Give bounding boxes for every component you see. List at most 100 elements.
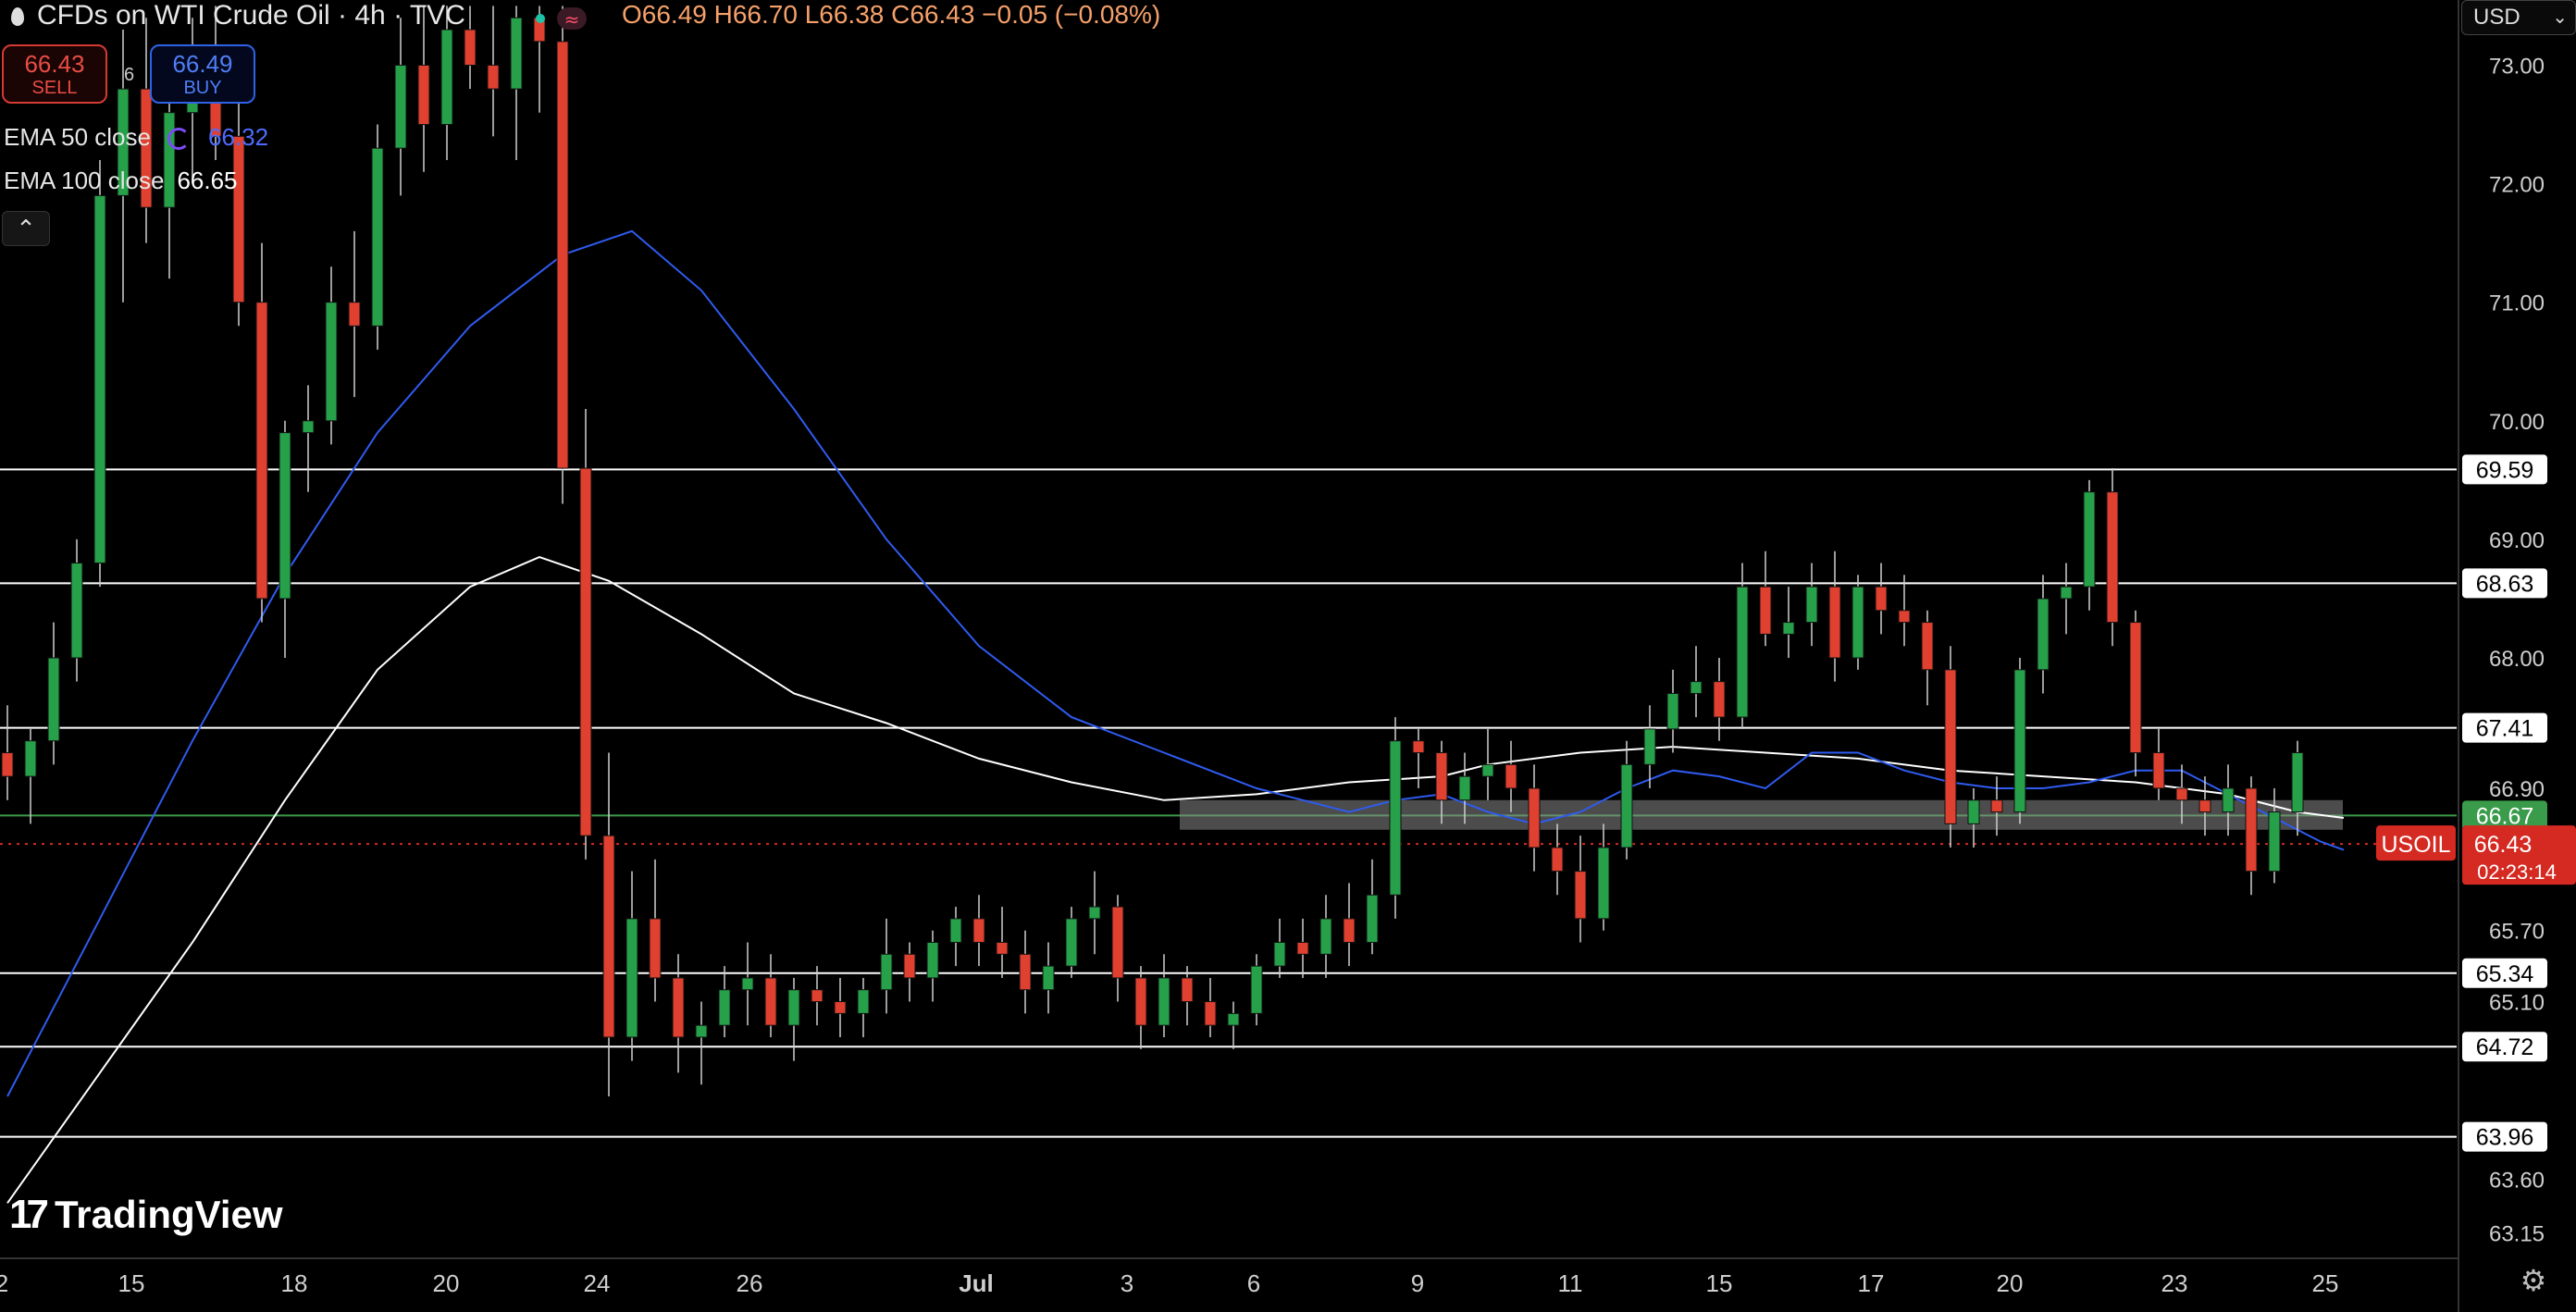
candle[interactable] — [2106, 468, 2119, 647]
candle[interactable] — [1181, 966, 1194, 1026]
candle[interactable] — [302, 385, 315, 492]
collapse-legend-button[interactable]: ⌃ — [2, 211, 50, 246]
candle[interactable] — [93, 159, 106, 588]
candle[interactable] — [2037, 575, 2050, 694]
ema100-legend[interactable]: EMA 100 close 66.65 — [4, 167, 238, 195]
candle[interactable] — [1389, 717, 1402, 919]
candle-body — [2037, 598, 2050, 671]
level-price-label: 64.72 — [2476, 1034, 2534, 1060]
candle[interactable] — [787, 977, 800, 1061]
candle[interactable] — [741, 942, 754, 1026]
candle[interactable] — [1736, 563, 1749, 729]
candle[interactable] — [880, 918, 893, 1014]
candle[interactable] — [1111, 895, 1124, 1002]
candle[interactable] — [695, 1001, 708, 1085]
chart-settings-gear-icon[interactable]: ⚙ — [2517, 1264, 2550, 1297]
candle[interactable] — [764, 954, 777, 1037]
buy-button[interactable]: 66.49 BUY — [150, 44, 255, 104]
candle[interactable] — [1690, 646, 1703, 718]
candle[interactable] — [2152, 728, 2165, 800]
candle[interactable] — [811, 966, 824, 1026]
candle[interactable] — [2013, 658, 2026, 824]
ema50-legend[interactable]: EMA 50 close 66.32 — [4, 123, 268, 152]
candle[interactable] — [1875, 563, 1888, 635]
candle[interactable] — [487, 6, 500, 137]
ema100-line[interactable] — [6, 556, 2345, 1204]
candle[interactable] — [325, 266, 338, 445]
candle[interactable] — [1620, 740, 1633, 860]
candle[interactable] — [1828, 551, 1841, 682]
price-chart[interactable]: 73.00 72.00 71.00 70.00 69.00 68.00 66.90 65.70… — [0, 0, 2576, 1312]
candle[interactable] — [1019, 930, 1032, 1014]
candle[interactable] — [1065, 907, 1078, 978]
candle[interactable] — [1852, 575, 1864, 670]
currency-selector[interactable]: USD ⌄ — [2461, 0, 2576, 35]
chart-title[interactable]: CFDs on WTI Crude Oil · 4h · TVC — [11, 0, 465, 31]
candle[interactable] — [579, 408, 592, 860]
candle[interactable] — [1782, 587, 1795, 659]
candle[interactable] — [1343, 883, 1356, 967]
candle[interactable] — [1412, 728, 1425, 788]
candle[interactable] — [1574, 835, 1587, 943]
candle[interactable] — [2129, 610, 2142, 777]
candle[interactable] — [2060, 563, 2073, 635]
candle[interactable] — [625, 871, 638, 1061]
sync-icon[interactable] — [167, 128, 190, 151]
candle[interactable] — [1134, 966, 1147, 1049]
candle[interactable] — [926, 930, 939, 1002]
candle[interactable] — [602, 752, 615, 1097]
candle[interactable] — [1921, 610, 1934, 706]
candle[interactable] — [1481, 728, 1494, 800]
candle[interactable] — [1666, 669, 1679, 753]
candle[interactable] — [1759, 551, 1772, 647]
candle[interactable] — [1805, 563, 1818, 647]
candle[interactable] — [24, 728, 37, 824]
candle[interactable] — [1, 705, 14, 800]
candle[interactable] — [857, 977, 870, 1037]
candle[interactable] — [1967, 787, 1980, 848]
candle[interactable] — [972, 895, 985, 967]
candle[interactable] — [1319, 895, 1332, 978]
ema50-value: 66.32 — [207, 123, 269, 151]
candle[interactable] — [1597, 823, 1610, 931]
candle[interactable] — [1551, 823, 1564, 896]
candle[interactable] — [2245, 776, 2258, 896]
candle[interactable] — [672, 954, 685, 1073]
candle[interactable] — [371, 124, 384, 350]
candle-body — [1111, 906, 1124, 979]
candle[interactable] — [1366, 859, 1379, 955]
candle[interactable] — [949, 907, 962, 967]
candle[interactable] — [394, 18, 407, 196]
candle[interactable] — [1273, 918, 1286, 978]
price-zone-rectangle[interactable] — [1180, 799, 2343, 830]
candle[interactable] — [1250, 954, 1263, 1026]
candle[interactable] — [1944, 646, 1957, 848]
candle[interactable] — [1296, 918, 1309, 978]
candle[interactable] — [279, 420, 291, 659]
candle[interactable] — [2083, 479, 2096, 611]
candle[interactable] — [1528, 764, 1541, 872]
candle[interactable] — [1227, 1001, 1240, 1049]
candle[interactable] — [903, 942, 916, 1002]
candle[interactable] — [510, 6, 523, 160]
candle[interactable] — [464, 6, 477, 90]
candle[interactable] — [718, 966, 731, 1037]
candle[interactable] — [70, 538, 83, 682]
price-tick-label: 69.00 — [2489, 528, 2545, 553]
candle[interactable] — [1898, 575, 1911, 647]
sell-button[interactable]: 66.43 SELL — [2, 44, 107, 104]
candle[interactable] — [255, 242, 268, 623]
candle-body — [2222, 787, 2235, 813]
candle[interactable] — [996, 907, 1009, 978]
candle[interactable] — [834, 977, 847, 1037]
candle[interactable] — [1204, 977, 1217, 1037]
candle[interactable] — [556, 6, 569, 504]
candle[interactable] — [1643, 705, 1656, 788]
candle[interactable] — [47, 622, 60, 765]
candle[interactable] — [1088, 871, 1101, 955]
ema50-line[interactable] — [6, 229, 2345, 1097]
candle[interactable] — [1042, 942, 1055, 1014]
candle[interactable] — [348, 230, 361, 398]
candle[interactable] — [649, 859, 662, 1002]
candle[interactable] — [1158, 954, 1170, 1037]
